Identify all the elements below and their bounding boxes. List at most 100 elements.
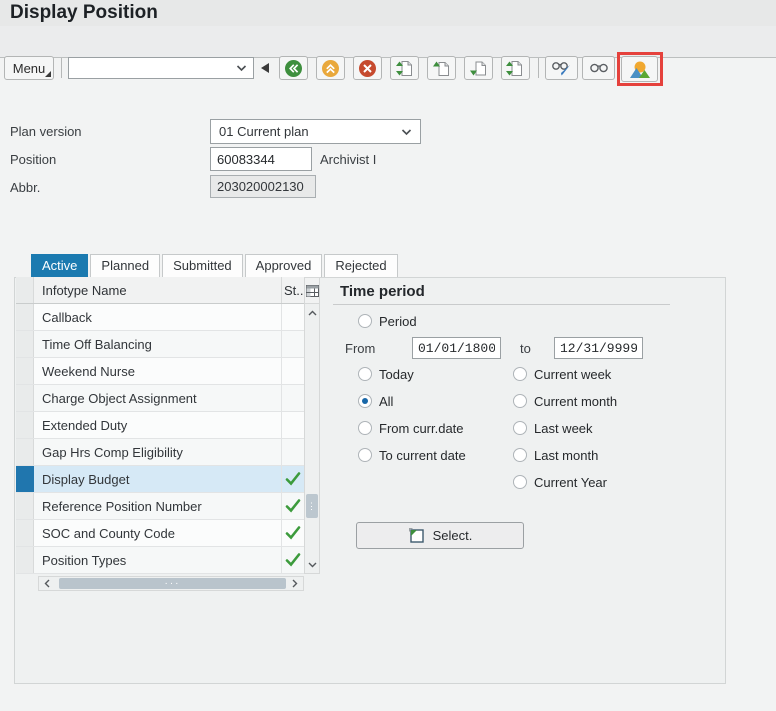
scroll-right-button[interactable] <box>287 577 303 590</box>
infotype-name-cell: Charge Object Assignment <box>34 385 282 411</box>
exit-button[interactable] <box>316 56 345 80</box>
status-cell <box>282 385 304 411</box>
table-row[interactable]: SOC and County Code <box>16 520 304 547</box>
status-cell <box>282 520 304 546</box>
radio-icon <box>513 394 527 408</box>
checkmark-icon <box>285 526 301 540</box>
scroll-up-button[interactable] <box>305 305 319 321</box>
tab[interactable]: Submitted <box>162 254 243 277</box>
radio-label: To current date <box>379 447 466 463</box>
first-page-button[interactable] <box>390 56 419 80</box>
collapse-toolbar-icon[interactable] <box>261 63 269 73</box>
row-selector-cell[interactable] <box>16 304 34 330</box>
display-button[interactable] <box>582 56 615 80</box>
period-date-range: From to <box>345 337 643 359</box>
checkmark-icon <box>285 472 301 486</box>
plan-version-value: 01 Current plan <box>219 124 309 139</box>
table-row[interactable]: Weekend Nurse <box>16 358 304 385</box>
radio-option[interactable]: From curr.date <box>358 420 464 436</box>
last-page-button[interactable] <box>501 56 530 80</box>
row-selector-cell[interactable] <box>16 331 34 357</box>
previous-page-icon <box>433 61 449 76</box>
row-selector-cell[interactable] <box>16 385 34 411</box>
row-selector-cell[interactable] <box>16 439 34 465</box>
selector-column-header[interactable] <box>16 277 34 303</box>
next-page-button[interactable] <box>464 56 493 80</box>
menu-button[interactable]: Menu <box>4 56 54 80</box>
tab[interactable]: Planned <box>90 254 161 277</box>
radio-option[interactable]: To current date <box>358 447 466 463</box>
vertical-scrollbar[interactable]: ⋮ <box>304 277 320 574</box>
row-selector-cell[interactable] <box>16 412 34 438</box>
chevron-right-icon <box>292 579 298 588</box>
display-change-button[interactable] <box>545 56 578 80</box>
overview-button[interactable] <box>621 56 658 82</box>
chevron-down-icon <box>308 562 316 568</box>
plan-version-select[interactable]: 01 Current plan <box>210 119 421 144</box>
infotype-name-cell: Display Budget <box>34 466 282 492</box>
infotype-name-cell: SOC and County Code <box>34 520 282 546</box>
radio-label: Last month <box>534 447 599 463</box>
command-field[interactable] <box>68 57 254 79</box>
chevron-left-icon <box>44 579 50 588</box>
infotype-name-cell: Extended Duty <box>34 412 282 438</box>
first-page-icon <box>396 60 412 76</box>
radio-option[interactable]: Period <box>358 313 417 329</box>
infotype-name-cell: Reference Position Number <box>34 493 282 519</box>
table-row[interactable]: Extended Duty <box>16 412 304 439</box>
table-row[interactable]: Reference Position Number <box>16 493 304 520</box>
table-row[interactable]: Callback <box>16 304 304 331</box>
status-cell <box>282 439 304 465</box>
table-row[interactable]: Charge Object Assignment <box>16 385 304 412</box>
row-selector-cell[interactable] <box>16 466 34 492</box>
scroll-down-button[interactable] <box>305 557 319 573</box>
status-cell <box>282 358 304 384</box>
radio-icon <box>513 475 527 489</box>
radio-label: Today <box>379 366 414 382</box>
status-column-header: St.. <box>284 282 304 298</box>
table-row[interactable]: Gap Hrs Comp Eligibility <box>16 439 304 466</box>
table-settings-button[interactable] <box>305 278 319 304</box>
tab[interactable]: Rejected <box>324 254 398 277</box>
abbr-label: Abbr. <box>10 180 41 195</box>
horizontal-scrollbar[interactable]: ··· <box>38 576 304 591</box>
status-cell <box>282 466 304 492</box>
title-bar: Display Position <box>0 0 776 26</box>
table-row[interactable]: Display Budget <box>16 466 304 493</box>
radio-option[interactable]: Current month <box>513 393 617 409</box>
select-icon <box>408 528 424 543</box>
radio-option[interactable]: Current Year <box>513 474 607 490</box>
table-row[interactable]: Time Off Balancing <box>16 331 304 358</box>
tab[interactable]: Approved <box>244 254 323 277</box>
vertical-scrollbar-thumb[interactable]: ⋮ <box>306 494 318 518</box>
cancel-button[interactable] <box>353 56 382 80</box>
radio-option[interactable]: All <box>358 393 393 409</box>
previous-page-button[interactable] <box>427 56 456 80</box>
row-selector-cell[interactable] <box>16 493 34 519</box>
row-selector-cell[interactable] <box>16 358 34 384</box>
radio-option[interactable]: Today <box>358 366 414 382</box>
infotype-name-cell: Weekend Nurse <box>34 358 282 384</box>
from-date-input[interactable] <box>412 337 501 359</box>
row-selector-cell[interactable] <box>16 520 34 546</box>
to-label: to <box>520 340 531 356</box>
to-date-input[interactable] <box>554 337 643 359</box>
back-button[interactable] <box>279 56 308 80</box>
infotype-name-cell: Time Off Balancing <box>34 331 282 357</box>
select-button[interactable]: Select. <box>356 522 524 549</box>
radio-option[interactable]: Current week <box>513 366 611 382</box>
status-cell <box>282 493 304 519</box>
row-selector-cell[interactable] <box>16 547 34 573</box>
radio-label: Current week <box>534 366 612 382</box>
page-title: Display Position <box>10 2 158 23</box>
table-row[interactable]: Position Types <box>16 547 304 574</box>
radio-option[interactable]: Last week <box>513 420 593 436</box>
tab[interactable]: Active <box>31 254 89 277</box>
radio-option[interactable]: Last month <box>513 447 598 463</box>
radio-label: Last week <box>534 420 593 436</box>
horizontal-scrollbar-thumb[interactable]: ··· <box>59 578 286 589</box>
menu-button-label: Menu <box>12 60 46 76</box>
position-description: Archivist I <box>320 152 377 167</box>
scroll-left-button[interactable] <box>39 577 55 590</box>
position-input[interactable] <box>210 147 312 171</box>
